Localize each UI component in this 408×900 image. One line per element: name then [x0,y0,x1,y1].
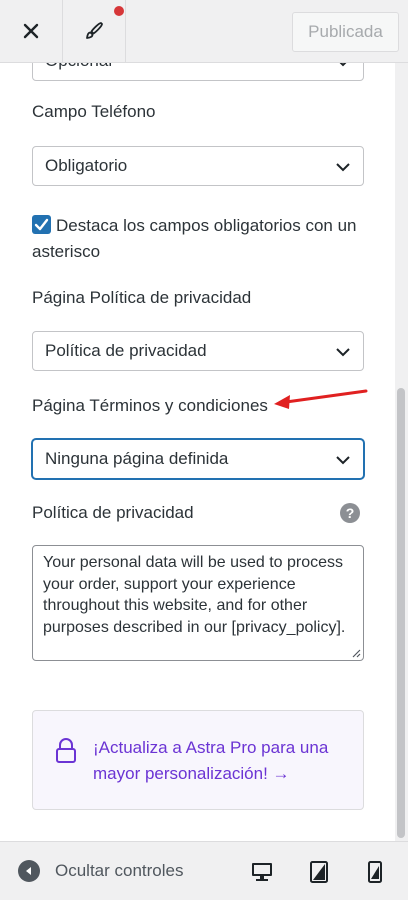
chevron-down-icon [339,63,347,67]
lock-icon [56,738,76,763]
customizer-footer: Ocultar controles [0,841,408,900]
phone-field-select[interactable]: Obligatorio [32,146,364,186]
asterisk-checkbox-row[interactable]: Destaca los campos obligatorios con un a… [32,213,362,265]
close-button[interactable] [0,0,63,62]
privacy-page-label: Página Política de privacidad [32,288,252,307]
terms-page-label: Página Términos y condiciones [32,396,268,415]
scrollbar-thumb[interactable] [397,388,405,838]
hide-controls-button[interactable]: Ocultar controles [18,860,184,882]
customizer-header: Publicada [0,0,408,63]
phone-field-label: Campo Teléfono [32,102,156,121]
select-value: Obligatorio [45,156,128,175]
annotation-arrow [274,389,368,409]
publish-button[interactable]: Publicada [292,12,399,52]
privacy-text-textarea[interactable]: Your personal data will be used to proce… [32,545,364,661]
chevron-down-icon [336,456,350,465]
notification-dot [114,6,124,16]
privacy-text-label: Política de privacidad [32,503,194,522]
hide-controls-label: Ocultar controles [55,861,184,880]
tablet-icon[interactable] [307,860,331,884]
terms-page-select[interactable]: Ninguna página definida [32,439,364,479]
chevron-down-icon [336,163,350,172]
resize-handle-icon[interactable] [351,648,361,658]
collapse-icon [18,860,40,882]
chevron-down-icon [336,348,350,357]
select-value: Política de privacidad [45,341,207,360]
mobile-icon[interactable] [363,860,387,884]
close-icon [23,23,39,39]
textarea-value: Your personal data will be used to proce… [43,554,346,636]
help-icon[interactable]: ? [340,503,360,523]
desktop-icon[interactable] [250,860,274,884]
customizer-panel: Opcional Campo Teléfono Obligatorio Dest… [0,63,395,841]
check-icon [34,218,49,231]
previous-field-select[interactable]: Opcional [32,63,364,81]
select-value: Opcional [45,63,112,71]
asterisk-checkbox[interactable] [32,215,51,234]
upgrade-link[interactable]: ¡Actualiza a Astra Pro para una mayor pe… [93,735,355,787]
select-value: Ninguna página definida [45,449,229,468]
privacy-page-select[interactable]: Política de privacidad [32,331,364,371]
brush-icon [86,22,103,39]
asterisk-checkbox-label: Destaca los campos obligatorios con un a… [32,216,357,261]
upsell-box: ¡Actualiza a Astra Pro para una mayor pe… [32,710,364,810]
design-button[interactable] [63,0,126,62]
